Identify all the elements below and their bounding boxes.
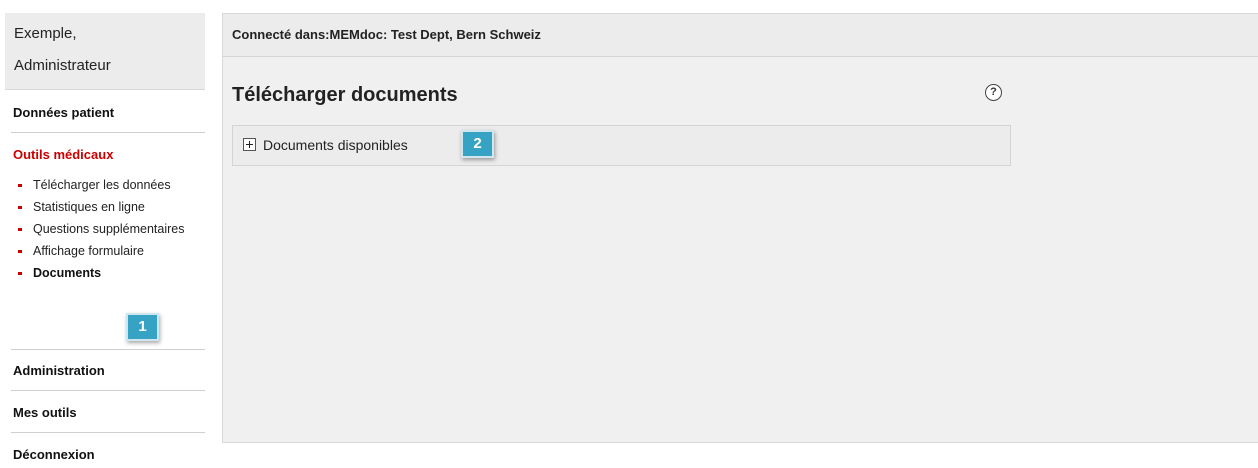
page-title: Télécharger documents xyxy=(232,84,458,106)
medical-tools-submenu: Télécharger les données Statistiques en … xyxy=(13,174,198,284)
submenu-item-form-display[interactable]: Affichage formulaire xyxy=(13,240,198,262)
nav-my-tools[interactable]: Mes outils xyxy=(13,405,77,420)
submenu-item-documents[interactable]: Documents xyxy=(13,262,198,284)
submenu-item-label: Statistiques en ligne xyxy=(33,200,145,214)
documents-accordion[interactable]: Documents disponibles xyxy=(232,125,1011,166)
expand-plus-icon[interactable] xyxy=(243,138,256,151)
bullet-icon xyxy=(18,250,22,253)
submenu-item-label: Télécharger les données xyxy=(33,178,171,192)
submenu-item-additional-questions[interactable]: Questions supplémentaires xyxy=(13,218,198,240)
submenu-item-online-statistics[interactable]: Statistiques en ligne xyxy=(13,196,198,218)
help-circle-icon[interactable]: ? xyxy=(985,84,1002,101)
bullet-icon xyxy=(18,184,22,187)
callout-marker-2: 2 xyxy=(461,130,494,158)
accordion-label: Documents disponibles xyxy=(263,137,408,153)
bullet-icon xyxy=(18,206,22,209)
bullet-icon xyxy=(18,228,22,231)
nav-patient-data[interactable]: Données patient xyxy=(13,105,114,120)
user-box: Exemple, Administrateur xyxy=(5,13,205,90)
submenu-item-label: Documents xyxy=(33,266,102,280)
nav-medical-tools[interactable]: Outils médicaux xyxy=(13,147,113,162)
user-name-line1: Exemple, xyxy=(14,25,77,42)
main-panel: Connecté dans:MEMdoc: Test Dept, Bern Sc… xyxy=(222,13,1258,443)
connection-status-bar: Connecté dans:MEMdoc: Test Dept, Bern Sc… xyxy=(223,14,1258,57)
nav-logout[interactable]: Déconnexion xyxy=(13,447,95,462)
user-role-line2: Administrateur xyxy=(14,57,111,74)
nav-divider xyxy=(11,390,205,391)
nav-administration[interactable]: Administration xyxy=(13,363,105,378)
nav-divider xyxy=(11,349,205,350)
submenu-item-label: Affichage formulaire xyxy=(33,244,144,258)
bullet-icon xyxy=(18,272,22,275)
submenu-item-download-data[interactable]: Télécharger les données xyxy=(13,174,198,196)
sidebar: Exemple, Administrateur Données patient … xyxy=(0,0,206,468)
callout-marker-1: 1 xyxy=(126,313,159,341)
nav-divider xyxy=(11,132,205,133)
submenu-item-label: Questions supplémentaires xyxy=(33,222,185,236)
nav-divider xyxy=(11,432,205,433)
